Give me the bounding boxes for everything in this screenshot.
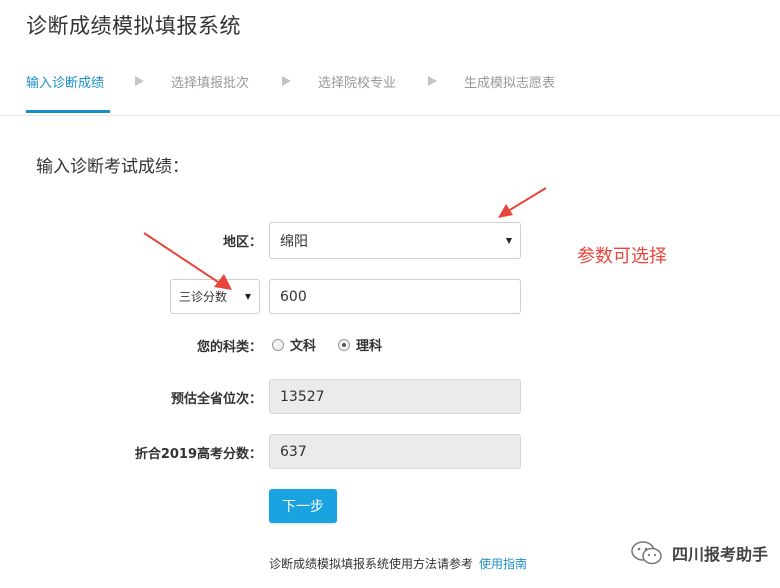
section-heading: 输入诊断考试成绩：	[36, 157, 189, 177]
chevron-down-icon	[245, 293, 251, 300]
rank-field: 13527	[269, 379, 521, 414]
converted-score-label: 折合2019高考分数：	[134, 447, 262, 462]
step-arrow-icon	[282, 76, 291, 86]
watermark-text: 四川报考助手	[671, 545, 768, 564]
watermark: 四川报考助手	[630, 540, 768, 566]
rank-value: 13527	[280, 388, 325, 405]
converted-score-field: 637	[269, 434, 521, 469]
step-input-scores[interactable]: 输入诊断成绩	[26, 72, 104, 91]
step-arrow-icon	[135, 76, 144, 86]
step-select-school[interactable]: 选择院校专业	[318, 72, 396, 91]
rank-label: 预估全省位次：	[170, 392, 262, 407]
step-arrow-icon	[428, 76, 437, 86]
score-input-value: 600	[280, 288, 307, 305]
step-navigation: 输入诊断成绩 选择填报批次 选择院校专业 生成模拟志愿表	[0, 62, 780, 116]
step-generate-table[interactable]: 生成模拟志愿表	[464, 72, 555, 91]
radio-science-label[interactable]: 理科	[356, 335, 382, 354]
step-select-batch[interactable]: 选择填报批次	[171, 72, 249, 91]
annotation-text: 参数可选择	[577, 246, 667, 267]
subject-radio-group: 文科 理科	[272, 335, 404, 354]
red-arrow-icon	[498, 187, 547, 218]
region-select-value: 绵阳	[280, 233, 308, 250]
guide-link[interactable]: 使用指南	[479, 557, 527, 571]
active-step-underline	[26, 110, 110, 113]
subject-label: 您的科类：	[196, 340, 262, 355]
red-arrow-icon	[143, 232, 232, 290]
footer-text: 诊断成绩模拟填报系统使用方法请参考	[269, 557, 474, 571]
wechat-icon	[631, 541, 662, 565]
score-input[interactable]: 600	[269, 279, 521, 314]
radio-liberal-arts-label[interactable]: 文科	[290, 335, 316, 354]
radio-science[interactable]	[338, 338, 351, 351]
page-title: 诊断成绩模拟填报系统	[26, 14, 241, 38]
radio-liberal-arts[interactable]	[272, 338, 284, 351]
next-button[interactable]: 下一步	[269, 489, 337, 523]
region-select[interactable]: 绵阳	[269, 222, 521, 259]
converted-score-value: 637	[280, 443, 307, 460]
chevron-down-icon	[506, 237, 512, 244]
footer-note: 诊断成绩模拟填报系统使用方法请参考 使用指南	[269, 555, 527, 572]
